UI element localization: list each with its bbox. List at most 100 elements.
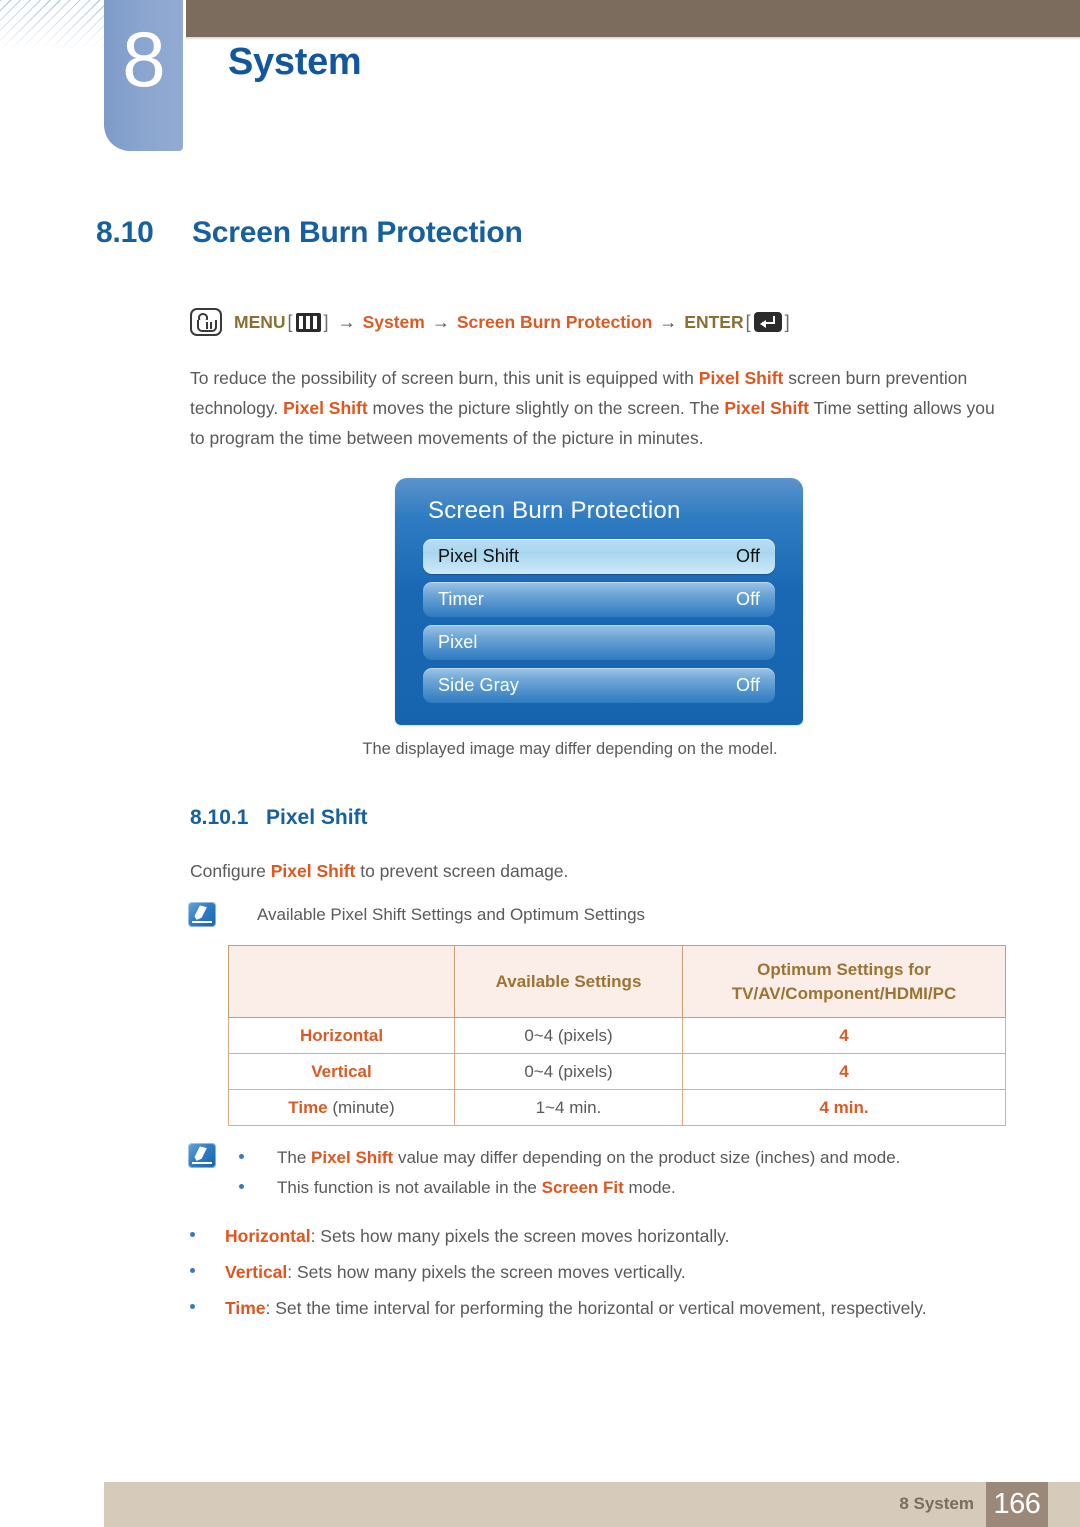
table-row: Time (minute) 1~4 min. 4 min. [228,1089,1006,1126]
table-header-optimum-line2: TV/AV/Component/HDMI/PC [731,983,957,1003]
intro-keyword-1: Pixel Shift [698,368,784,388]
bullet-dot-icon [239,1154,244,1159]
table-row-label-horizontal: Horizontal [228,1017,455,1054]
row-label-sub: (minute) [327,1097,395,1117]
osd-row-timer[interactable]: Timer Off [423,582,775,617]
table-cell-available: 1~4 min. [454,1089,683,1126]
osd-row-pixel-shift[interactable]: Pixel Shift Off [423,539,775,574]
table-header-row: Available Settings Optimum Settings for … [228,945,1006,1018]
table-row-label-vertical: Vertical [228,1053,455,1090]
note-text-b: mode. [623,1178,676,1197]
section-title: Screen Burn Protection [192,216,523,249]
osd-title: Screen Burn Protection [428,497,681,524]
path-arrow-1: → [337,311,356,332]
note-keyword: Screen Fit [541,1178,624,1197]
bracket-open-2: [ [745,311,751,332]
list-item: Horizontal: Sets how many pixels the scr… [188,1218,1028,1254]
note-available-settings: Available Pixel Shift Settings and Optim… [188,902,645,928]
table-header-optimum-line1: Optimum Settings for [757,959,931,979]
menu-bars-icon [295,312,321,332]
list-item: Time: Set the time interval for performi… [188,1290,1028,1326]
osd-value: Off [736,675,760,695]
table-row: Horizontal 0~4 (pixels) 4 [228,1017,1006,1054]
main-bullet-list: Horizontal: Sets how many pixels the scr… [188,1218,1028,1326]
chapter-title: System [228,41,362,83]
bullet-keyword: Vertical [225,1262,288,1282]
note-items: The Pixel Shift value may differ dependi… [229,1143,1018,1203]
chapter-number: 8 [122,15,165,103]
table-cell-optimum: 4 [682,1017,1006,1054]
osd-value: Off [736,546,760,566]
section-heading: 8.10 Screen Burn Protection [96,215,523,251]
bullet-keyword: Time [225,1298,266,1318]
osd-row-side-gray[interactable]: Side Gray Off [423,668,775,703]
header-brown-bar [186,0,1080,37]
enter-label: ENTER [684,311,744,332]
bullet-body: : Set the time interval for performing t… [265,1298,927,1318]
configure-text-b: to prevent screen damage. [355,861,569,881]
hatch-decoration [0,0,108,52]
configure-text-a: Configure [190,861,271,881]
configure-keyword: Pixel Shift [270,861,356,881]
bullet-body: : Sets how many pixels the screen moves … [310,1226,730,1246]
bullet-dot-icon [190,1232,195,1237]
note-item-text: This function is not available in the Sc… [277,1173,676,1203]
chapter-tab: 8 [104,0,183,151]
list-item: Vertical: Sets how many pixels the scree… [188,1254,1028,1290]
osd-label: Side Gray [438,675,519,695]
menu-path-breadcrumb: MENU [ ] → System → Screen Burn Protecti… [190,308,792,336]
hand-press-icon [190,308,222,336]
note-text-b: value may differ depending on the produc… [393,1148,901,1167]
table-row: Vertical 0~4 (pixels) 4 [228,1053,1006,1090]
osd-rows: Pixel Shift Off Timer Off Pixel Side Gra… [423,539,775,711]
row-label: Time [288,1097,328,1117]
bullet-body: : Sets how many pixels the screen moves … [287,1262,686,1282]
bullet-dot-icon [239,1184,244,1189]
table-cell-available: 0~4 (pixels) [454,1053,683,1090]
page-footer: 8 System 166 [104,1482,1080,1527]
bullet-text: Horizontal: Sets how many pixels the scr… [225,1218,729,1254]
table-header-optimum-settings: Optimum Settings for TV/AV/Component/HDM… [682,945,1006,1018]
intro-text-c: moves the picture slightly on the screen… [367,398,725,418]
subsection-number: 8.10.1 [190,806,249,829]
note-item-text: The Pixel Shift value may differ dependi… [277,1143,900,1173]
note-item: The Pixel Shift value may differ dependi… [229,1143,1018,1173]
note-text-a: The [277,1148,312,1167]
note-pencil-icon [188,1143,216,1168]
page-header: 8 System [0,0,1080,160]
bracket-close-2: ] [784,311,790,332]
pixel-shift-settings-table: Available Settings Optimum Settings for … [228,945,1006,1126]
path-arrow-2: → [431,311,450,332]
table-row-label-time: Time (minute) [228,1089,455,1126]
table-cell-optimum: 4 [682,1053,1006,1090]
osd-value: Off [736,589,760,609]
note-block: The Pixel Shift value may differ dependi… [188,1143,1018,1203]
enter-arrow-icon [753,312,782,332]
table-header-available-settings: Available Settings [454,945,683,1018]
osd-caption: The displayed image may differ depending… [362,740,778,758]
bullet-dot-icon [190,1268,195,1273]
bullet-keyword: Horizontal [225,1226,311,1246]
path-arrow-3: → [659,311,678,332]
subsection-title: Pixel Shift [266,806,368,829]
subsection-heading: 8.10.1 Pixel Shift [190,805,368,831]
bullet-text: Time: Set the time interval for performi… [225,1290,927,1326]
menu-label: MENU [234,311,286,332]
table-header-blank [228,945,455,1018]
row-label: Horizontal [299,1025,384,1045]
note-keyword: Pixel Shift [311,1148,394,1167]
osd-label: Pixel Shift [438,546,520,566]
note-text: Available Pixel Shift Settings and Optim… [257,905,646,924]
intro-keyword-3: Pixel Shift [724,398,809,418]
table-cell-optimum: 4 min. [682,1089,1006,1126]
path-item-system: System [362,311,425,332]
osd-row-pixel[interactable]: Pixel [423,625,775,660]
bracket-close: ] [323,311,329,332]
subsection-description: Configure Pixel Shift to prevent screen … [190,856,1008,886]
osd-label: Timer [438,589,484,609]
bullet-dot-icon [190,1304,195,1309]
footer-page-number: 166 [986,1482,1048,1527]
section-number: 8.10 [96,216,154,249]
bracket-open: [ [287,311,293,332]
osd-label: Pixel [438,632,478,652]
